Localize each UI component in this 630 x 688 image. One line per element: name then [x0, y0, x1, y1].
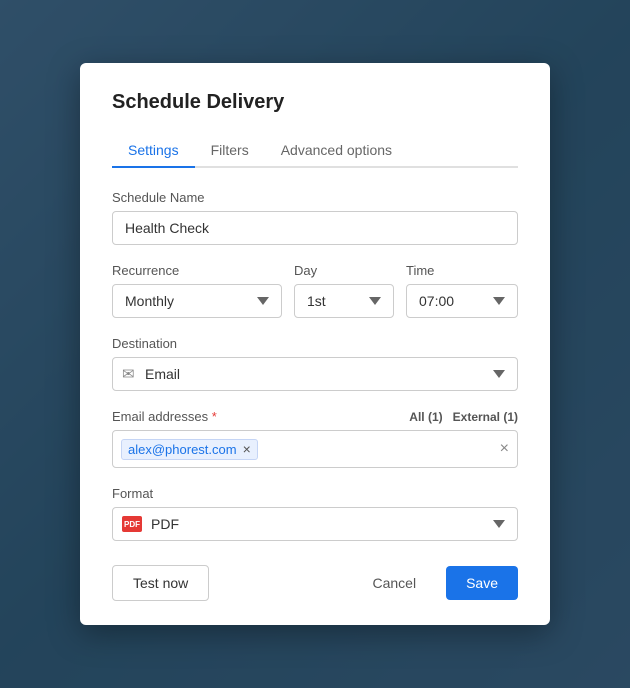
test-now-button[interactable]: Test now [112, 565, 209, 601]
recurrence-label: Recurrence [112, 263, 282, 278]
day-label: Day [294, 263, 394, 278]
tab-advanced-options[interactable]: Advanced options [265, 134, 408, 168]
day-group: Day 1st 2nd 3rd Last [294, 263, 394, 318]
format-group: Format PDF PDF CSV Excel [112, 486, 518, 541]
recurrence-row: Recurrence Daily Weekly Monthly Yearly D… [112, 263, 518, 318]
email-addresses-label: Email addresses [112, 409, 217, 424]
format-select-wrap: PDF PDF CSV Excel [112, 507, 518, 541]
destination-select[interactable]: Email Slack Webhook [112, 357, 518, 391]
tab-settings[interactable]: Settings [112, 134, 195, 168]
format-label: Format [112, 486, 518, 501]
modal-overlay: Schedule Delivery Settings Filters Advan… [0, 0, 630, 688]
tab-filters[interactable]: Filters [195, 134, 265, 168]
time-group: Time 07:00 08:00 09:00 10:00 [406, 263, 518, 318]
modal-title: Schedule Delivery [112, 91, 518, 114]
email-count-all: All (1) [409, 410, 442, 424]
email-count-info: All (1) External (1) [409, 410, 518, 424]
destination-group: Destination ✉ Email Slack Webhook [112, 336, 518, 391]
email-clear-all-button[interactable]: × [500, 440, 509, 458]
email-input-container[interactable]: alex@phorest.com × × [112, 430, 518, 468]
save-button[interactable]: Save [446, 566, 518, 600]
time-select[interactable]: 07:00 08:00 09:00 10:00 [406, 284, 518, 318]
time-label: Time [406, 263, 518, 278]
format-select[interactable]: PDF CSV Excel [112, 507, 518, 541]
email-count-external: External (1) [453, 410, 518, 424]
email-tag-value: alex@phorest.com [128, 442, 237, 457]
tab-bar: Settings Filters Advanced options [112, 134, 518, 168]
schedule-delivery-modal: Schedule Delivery Settings Filters Advan… [80, 63, 550, 625]
email-label-row: Email addresses All (1) External (1) [112, 409, 518, 424]
email-tag-remove-button[interactable]: × [243, 442, 251, 456]
modal-footer: Test now Cancel Save [112, 565, 518, 601]
destination-label: Destination [112, 336, 518, 351]
cancel-button[interactable]: Cancel [352, 566, 436, 600]
email-tag: alex@phorest.com × [121, 439, 258, 460]
destination-select-wrap: ✉ Email Slack Webhook [112, 357, 518, 391]
recurrence-select[interactable]: Daily Weekly Monthly Yearly [112, 284, 282, 318]
schedule-name-label: Schedule Name [112, 190, 518, 205]
email-addresses-group: Email addresses All (1) External (1) ale… [112, 409, 518, 468]
schedule-name-group: Schedule Name [112, 190, 518, 245]
confirm-button-group: Cancel Save [352, 566, 518, 600]
recurrence-group: Recurrence Daily Weekly Monthly Yearly [112, 263, 282, 318]
schedule-name-input[interactable] [112, 211, 518, 245]
day-select[interactable]: 1st 2nd 3rd Last [294, 284, 394, 318]
